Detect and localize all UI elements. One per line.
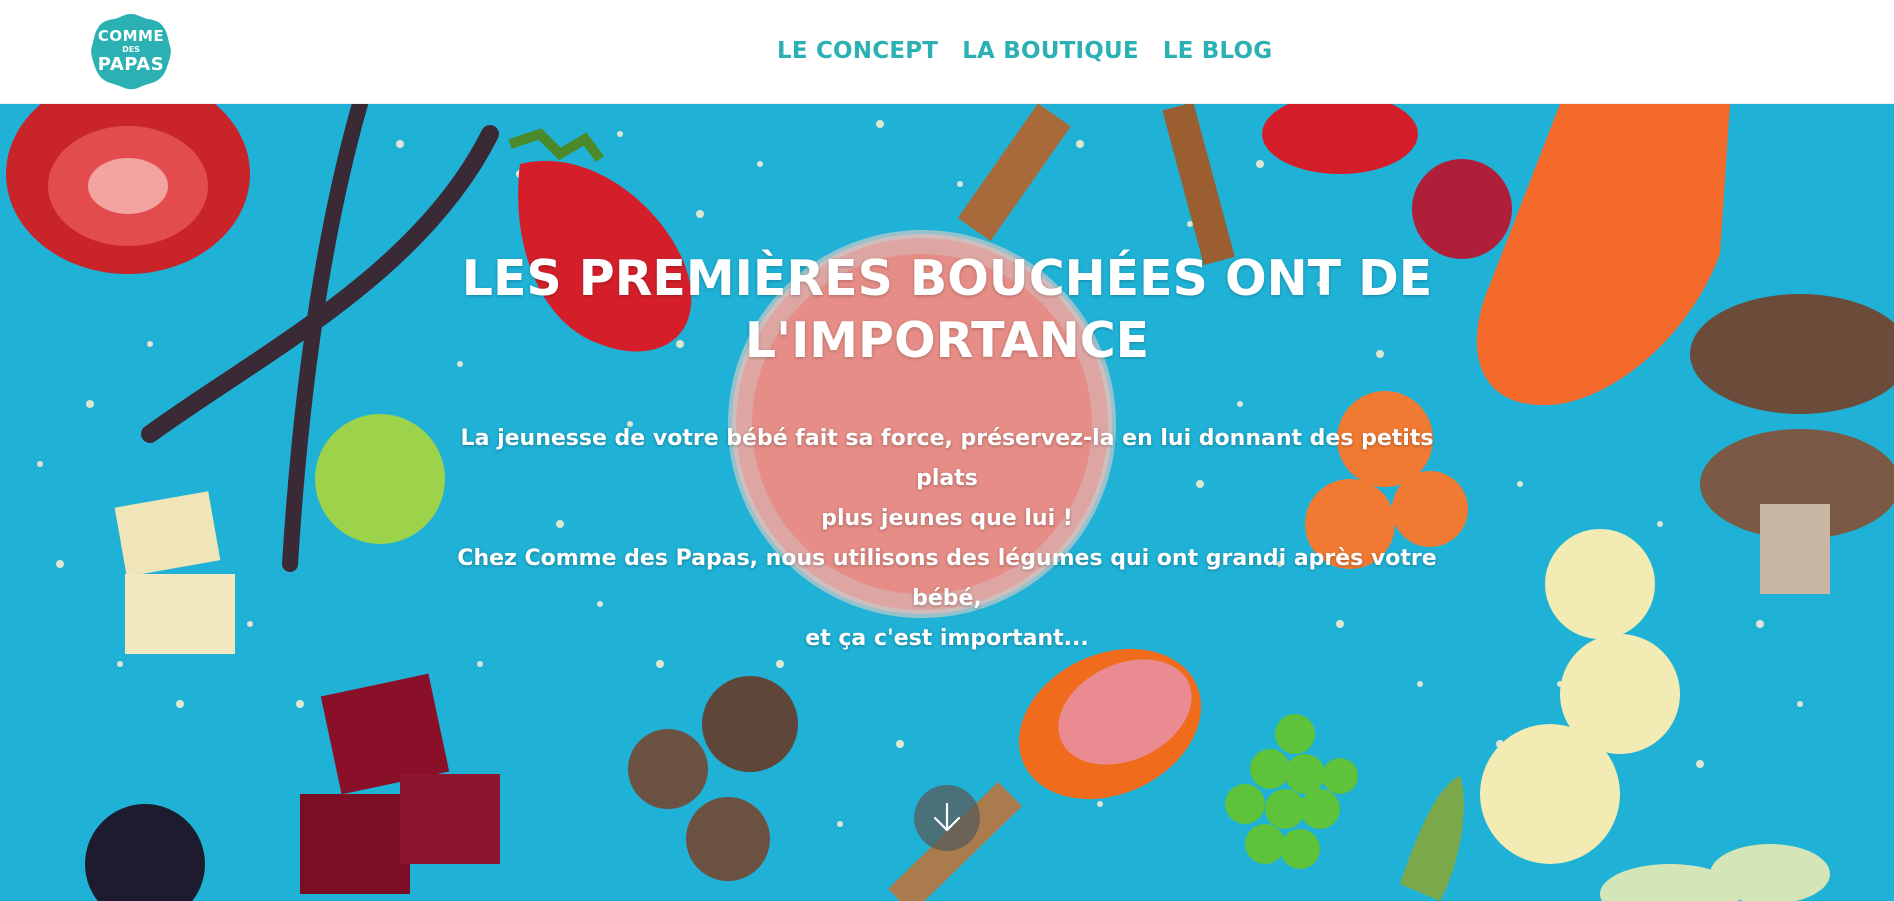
hero-paragraph-1: La jeunesse de votre bébé fait sa force,…	[427, 419, 1467, 539]
hero-paragraph-2-line2: et ça c'est important...	[805, 626, 1089, 651]
scroll-down-button[interactable]	[914, 785, 980, 851]
nav-link-blog[interactable]: LE BLOG	[1163, 38, 1273, 64]
hero-title-line2: L'IMPORTANCE	[744, 312, 1150, 369]
nav-link-concept[interactable]: LE CONCEPT	[777, 38, 938, 64]
logo-text: COMME DES PAPAS	[90, 12, 172, 90]
hero-content: LES PREMIÈRES BOUCHÉES ONT DE L'IMPORTAN…	[0, 104, 1894, 901]
hero-paragraph-1-line2: plus jeunes que lui !	[821, 506, 1073, 531]
logo-line1: COMME	[97, 26, 165, 45]
hero-title: LES PREMIÈRES BOUCHÉES ONT DE L'IMPORTAN…	[447, 248, 1447, 372]
logo-line3: PAPAS	[97, 53, 165, 75]
logo-line2: DES	[122, 44, 140, 54]
hero-paragraph-2: Chez Comme des Papas, nous utilisons des…	[427, 539, 1467, 659]
main-nav: LE CONCEPT LA BOUTIQUE LE BLOG	[777, 38, 1272, 64]
arrow-down-icon	[933, 802, 961, 832]
hero-paragraph-2-line1: Chez Comme des Papas, nous utilisons des…	[457, 546, 1437, 611]
hero-banner: LES PREMIÈRES BOUCHÉES ONT DE L'IMPORTAN…	[0, 104, 1894, 901]
hero-paragraph-1-line1: La jeunesse de votre bébé fait sa force,…	[460, 426, 1434, 491]
nav-link-boutique[interactable]: LA BOUTIQUE	[962, 38, 1139, 64]
brand-logo[interactable]: COMME DES PAPAS	[90, 12, 172, 90]
site-header: COMME DES PAPAS LE CONCEPT LA BOUTIQUE L…	[0, 0, 1894, 104]
hero-title-line1: LES PREMIÈRES BOUCHÉES ONT DE	[461, 250, 1433, 307]
